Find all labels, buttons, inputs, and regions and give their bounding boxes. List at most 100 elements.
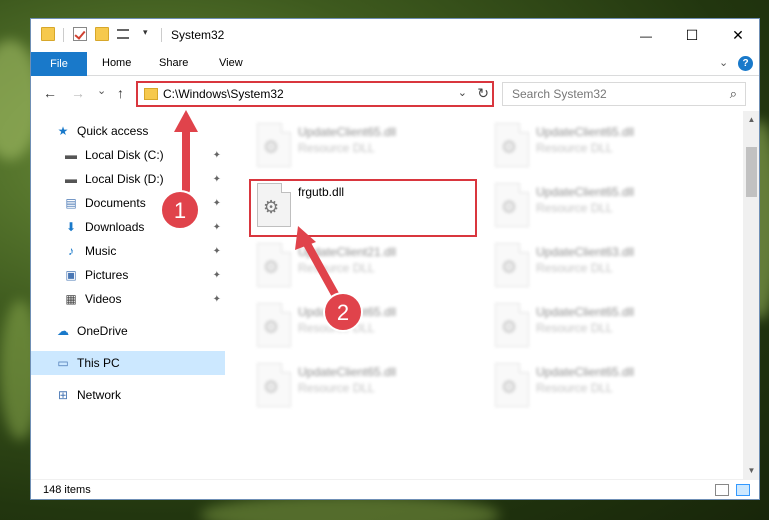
star-icon: ★	[57, 124, 69, 138]
file-type: Resource DLL	[298, 141, 375, 155]
customize-icon[interactable]	[117, 29, 129, 39]
file-type: Resource DLL	[536, 261, 613, 275]
sidebar-item-quick-access[interactable]: ★ Quick access	[31, 119, 225, 143]
gear-icon: ⚙	[263, 257, 280, 277]
vertical-scrollbar[interactable]: ▲ ▼	[743, 111, 759, 479]
window-title: System32	[171, 28, 225, 42]
sidebar-item-label: Videos	[85, 292, 122, 306]
file-type: Resource DLL	[536, 201, 613, 215]
file-name: UpdateClient63.dll	[536, 245, 635, 259]
pin-icon: ✦	[212, 245, 221, 257]
file-name: UpdateClient65.dll	[298, 305, 397, 319]
tiles-view-icon[interactable]	[736, 484, 750, 496]
sidebar-item-local-disk-c[interactable]: ▬ Local Disk (C:) ✦	[31, 143, 225, 167]
file-highlight	[249, 179, 477, 237]
sidebar-item-onedrive[interactable]: ☁ OneDrive	[31, 319, 225, 343]
file-item[interactable]: ⚙ UpdateClient65.dll Resource DLL	[249, 359, 479, 415]
help-icon[interactable]: ?	[738, 56, 753, 71]
sidebar-item-network[interactable]: ⊞ Network	[31, 383, 225, 407]
dll-file-icon: ⚙	[257, 363, 291, 407]
folder-icon	[41, 27, 55, 41]
gear-icon: ⚙	[501, 137, 518, 157]
gear-icon: ⚙	[501, 257, 518, 277]
back-button[interactable]: ←	[43, 85, 57, 101]
sidebar-item-music[interactable]: ♪ Music ✦	[31, 239, 225, 263]
file-name: UpdateClient21.dll	[298, 245, 397, 259]
sidebar-item-videos[interactable]: ▦ Videos ✦	[31, 287, 225, 311]
up-button[interactable]: ↑	[117, 85, 124, 101]
file-item[interactable]: ⚙ UpdateClient63.dll Resource DLL	[487, 239, 717, 295]
sidebar-item-pictures[interactable]: ▣ Pictures ✦	[31, 263, 225, 287]
dll-file-icon: ⚙	[257, 123, 291, 167]
sidebar-item-label: OneDrive	[77, 324, 128, 338]
close-button[interactable]: ✕	[715, 19, 759, 52]
details-view-icon[interactable]	[715, 484, 729, 496]
navigation-bar: ← → ⌄ ↑ C:\Windows\System32 ⌄ ↻ Search S…	[31, 77, 759, 111]
forward-button[interactable]: →	[71, 85, 85, 101]
music-icon: ♪	[68, 244, 74, 258]
drive-icon: ▬	[65, 172, 77, 186]
dll-file-icon: ⚙	[257, 303, 291, 347]
file-item[interactable]: ⚙ UpdateClient65.dll Resource DLL	[487, 119, 717, 175]
search-icon[interactable]: ⌕	[730, 86, 737, 102]
title-bar: ▾ System32 — ☐ ✕	[31, 19, 759, 52]
file-item[interactable]: ⚙ UpdateClient21.dll Resource DLL	[249, 239, 479, 295]
file-item[interactable]: ⚙ UpdateClient65.dll Resource DLL	[249, 299, 479, 355]
sidebar-item-label: This PC	[77, 356, 120, 370]
file-item[interactable]: ⚙ UpdateClient65.dll Resource DLL	[249, 119, 479, 175]
status-bar: 148 items	[31, 479, 759, 499]
tab-file[interactable]: File	[31, 52, 87, 76]
file-name: UpdateClient65.dll	[298, 125, 397, 139]
pin-icon: ✦	[212, 221, 221, 233]
gear-icon: ⚙	[501, 317, 518, 337]
item-count: 148 items	[43, 484, 91, 496]
cloud-icon: ☁	[57, 324, 69, 338]
gear-icon: ⚙	[501, 197, 518, 217]
divider	[63, 28, 64, 42]
scroll-up-icon[interactable]: ▲	[743, 111, 759, 128]
dll-file-icon: ⚙	[495, 123, 529, 167]
file-name: UpdateClient65.dll	[536, 185, 635, 199]
gear-icon: ⚙	[501, 377, 518, 397]
chevron-down-icon[interactable]: ▾	[143, 27, 153, 41]
gear-icon: ⚙	[263, 137, 280, 157]
minimize-button[interactable]: —	[623, 19, 669, 52]
sidebar-item-label: Music	[85, 244, 117, 258]
videos-icon: ▦	[65, 292, 77, 306]
sidebar-item-label: Local Disk (C:)	[85, 148, 164, 162]
sidebar-item-documents[interactable]: ▤ Documents ✦	[31, 191, 225, 215]
divider	[161, 28, 162, 42]
tab-home[interactable]: Home	[102, 57, 131, 69]
file-item[interactable]: ⚙ UpdateClient65.dll Resource DLL	[487, 179, 717, 235]
sidebar-item-this-pc[interactable]: ▭ This PC	[31, 351, 225, 375]
scroll-down-icon[interactable]: ▼	[743, 462, 759, 479]
file-type: Resource DLL	[298, 261, 375, 275]
maximize-button[interactable]: ☐	[669, 19, 715, 52]
sidebar-item-downloads[interactable]: ⬇ Downloads ✦	[31, 215, 225, 239]
documents-icon: ▤	[65, 196, 77, 210]
file-item[interactable]: ⚙ UpdateClient65.dll Resource DLL	[487, 359, 717, 415]
sidebar-item-label: Pictures	[85, 268, 129, 282]
file-type: Resource DLL	[536, 381, 613, 395]
file-item[interactable]: ⚙ UpdateClient65.dll Resource DLL	[487, 299, 717, 355]
sidebar-item-local-disk-d[interactable]: ▬ Local Disk (D:) ✦	[31, 167, 225, 191]
tab-view[interactable]: View	[219, 57, 243, 69]
new-folder-icon[interactable]	[95, 27, 109, 41]
sidebar-item-label: Documents	[85, 196, 146, 210]
properties-icon[interactable]	[73, 27, 87, 41]
search-box[interactable]: Search System32 ⌕	[502, 82, 746, 106]
search-input[interactable]: Search System32	[512, 87, 607, 101]
pin-icon: ✦	[212, 269, 221, 281]
file-type: Resource DLL	[298, 381, 375, 395]
file-explorer-window: ▾ System32 — ☐ ✕ File Home Share View ⌄ …	[30, 18, 760, 500]
scroll-thumb[interactable]	[746, 147, 757, 197]
pin-icon: ✦	[212, 197, 221, 209]
navigation-pane: ★ Quick access ▬ Local Disk (C:) ✦ ▬ Loc…	[31, 111, 225, 479]
sidebar-item-label: Quick access	[77, 124, 149, 138]
tab-share[interactable]: Share	[159, 57, 188, 69]
file-name: UpdateClient65.dll	[536, 365, 635, 379]
sidebar-item-label: Downloads	[85, 220, 145, 234]
recent-locations-button[interactable]: ⌄	[97, 84, 106, 97]
expand-ribbon-icon[interactable]: ⌄	[719, 56, 728, 69]
address-highlight	[136, 81, 494, 107]
